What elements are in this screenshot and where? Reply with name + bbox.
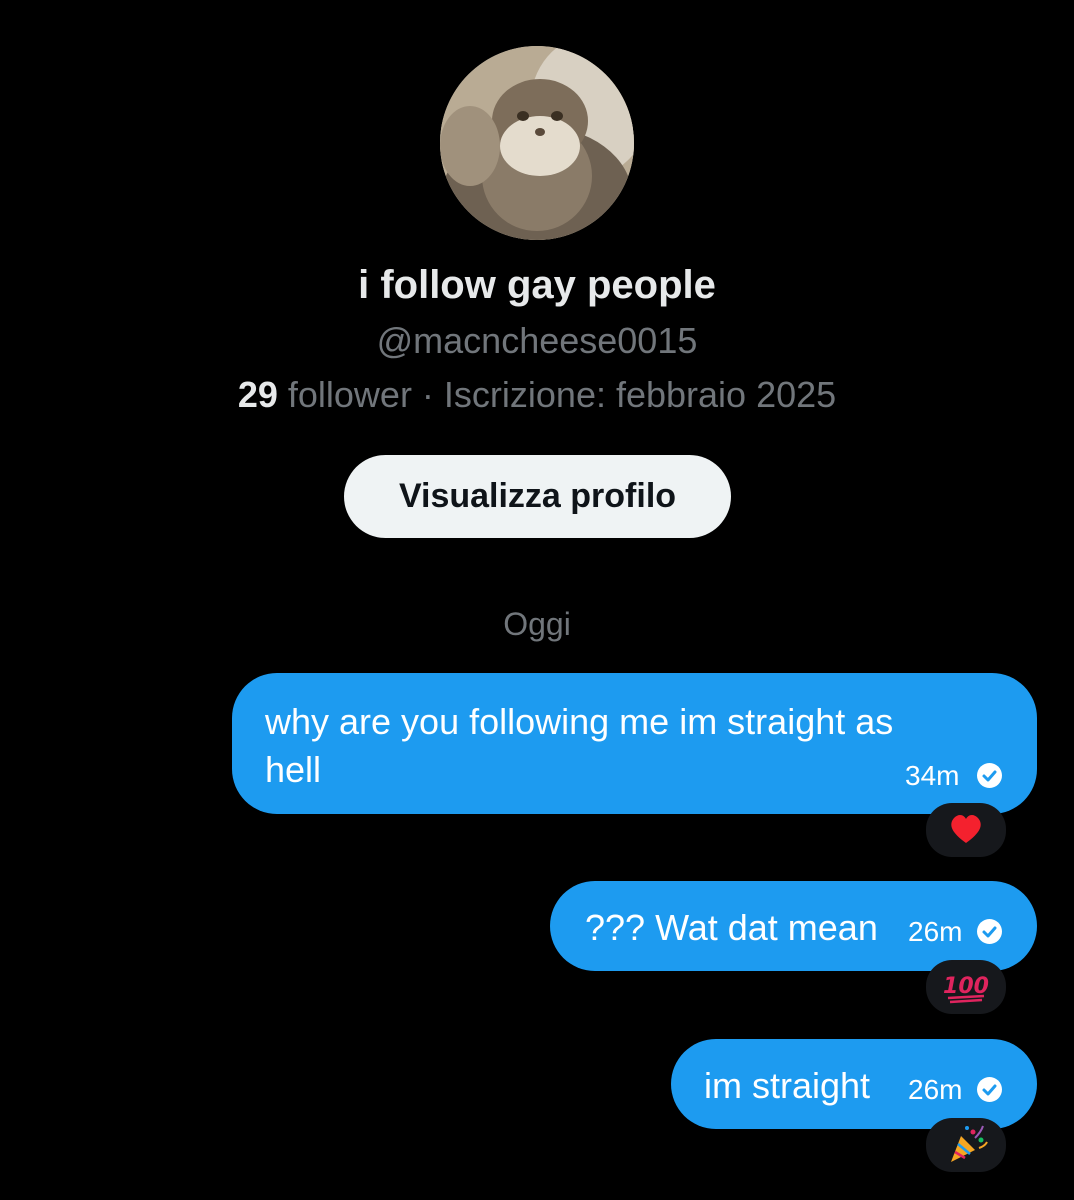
party-popper-icon [951,1125,988,1162]
message-timestamp: 26m [908,916,963,947]
read-check-icon [977,763,1002,788]
avatar[interactable] [440,46,634,240]
message-timestamp: 26m [908,1074,963,1105]
message-reaction[interactable]: 100 [926,960,1006,1014]
message-text: im straight [704,1065,871,1106]
follower-count[interactable]: 29 [238,374,278,415]
profile-display-name: i follow gay people [358,263,716,307]
message-bubble[interactable]: why are you following me im straight as … [232,673,1037,814]
message-timestamp: 34m [905,760,960,791]
message-reaction[interactable] [926,1118,1006,1172]
avatar-image [440,46,634,240]
follower-joined-label: follower · Iscrizione: febbraio 2025 [277,374,837,415]
date-separator: Oggi [503,606,571,642]
read-check-icon [977,1077,1002,1102]
read-check-icon [977,919,1002,944]
message-bubble[interactable]: ??? Wat dat mean 26m [550,881,1037,971]
message-text: hell [265,749,322,790]
message-bubble[interactable]: im straight 26m [671,1039,1037,1129]
message-text: why are you following me im straight as [265,701,894,742]
view-profile-button[interactable]: Visualizza profilo [344,455,731,538]
profile-meta: 29 follower · Iscrizione: febbraio 2025 [0,374,1074,416]
message-text: ??? Wat dat mean [585,907,878,948]
hundred-points-icon: 100 [943,974,989,1004]
profile-handle: @macncheese0015 [376,320,698,361]
message-reaction[interactable] [926,803,1006,857]
heart-icon [951,815,981,843]
